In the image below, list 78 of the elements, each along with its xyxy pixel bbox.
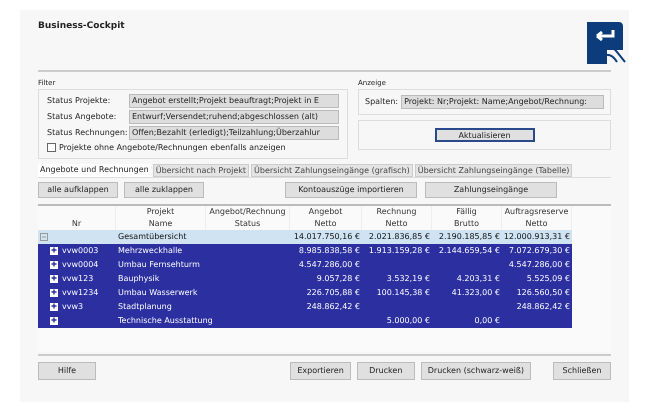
table-cell: 8.985.838,58 € <box>298 244 360 256</box>
table-cell: 7.072.679,30 € <box>508 244 570 256</box>
toolbar-button[interactable]: Kontoauszüge importieren <box>285 182 417 198</box>
expand-icon[interactable] <box>50 274 58 282</box>
toolbar-button[interactable]: Zahlungseingänge <box>425 182 557 198</box>
field-label: Status Rechnungen: <box>47 126 129 138</box>
table-cell: vvw123 <box>62 272 94 284</box>
table-row[interactable]: Gesamtübersicht 14.017.750,16 € 2.021.836,85 € 2.190.185,85 € 12.000.913,31 € <box>38 230 572 244</box>
toolbar-button[interactable]: alle aufklappen <box>38 182 118 198</box>
field-label: Status Angebote: <box>47 110 118 122</box>
column-header: Angebot/Rechnung <box>206 206 290 218</box>
table-cell: vvw1234 <box>62 286 98 298</box>
table-cell: 41.323,00 € <box>452 286 500 298</box>
expand-icon[interactable] <box>50 316 58 324</box>
table-cell: 2.190.185,85 € <box>438 230 500 242</box>
table-row[interactable]: Technische Ausstattung 5.000,00 € 0,00 € <box>38 314 572 328</box>
table-cell: vvw3 <box>62 300 84 312</box>
checkbox-label: Projekte ohne Angebote/Rechnungen ebenfalls anzeigen <box>59 142 286 154</box>
table-cell: 1.913.159,28 € <box>368 244 430 256</box>
expand-icon[interactable] <box>50 246 58 254</box>
table-row[interactable]: vvw123 Bauphysik 9.057,28 € 3.532,19 € 4.203,31 € 5.525,09 € <box>38 272 572 286</box>
tab[interactable]: Übersicht Zahlungseingänge (grafisch) <box>251 164 413 176</box>
table-cell: 226.705,88 € <box>306 286 360 298</box>
table-row[interactable]: vvw0003 Mehrzweckhalle 8.985.838,58 € 1.913.159,28 € 2.144.659,54 € 7.072.679,30 € <box>38 244 572 258</box>
column-header: Auftragsreserve <box>502 206 572 218</box>
table-cell: Umbau Fernsehturm <box>118 258 200 270</box>
status-dropdown[interactable]: Entwurf;Versendet;ruhend;abgeschlossen (alt) <box>129 110 339 124</box>
table-cell: 4.547.286,00 € <box>508 258 570 270</box>
column-header: Rechnung <box>362 206 432 218</box>
table-cell: 9.057,28 € <box>316 272 360 284</box>
refresh-button[interactable]: Aktualisieren <box>434 128 534 142</box>
table-cell: 126.560,50 € <box>516 286 570 298</box>
table-cell: 2.144.659,54 € <box>438 244 500 256</box>
column-header: Fällig <box>432 206 502 218</box>
table-cell: vvw0004 <box>62 258 98 270</box>
footer-button[interactable]: Schließen <box>553 362 611 380</box>
toolbar-button[interactable]: alle zuklappen <box>124 182 204 198</box>
table-cell: 4.547.286,00 € <box>298 258 360 270</box>
tab[interactable]: Übersicht nach Projekt <box>152 164 250 176</box>
table-cell: vvw0003 <box>62 244 98 256</box>
expand-icon[interactable] <box>50 302 58 310</box>
table-row[interactable]: vvw0004 Umbau Fernsehturm 4.547.286,00 € 4.547.286,00 € <box>38 258 572 272</box>
footer-button[interactable]: Hilfe <box>38 362 96 380</box>
footer-button[interactable]: Exportieren <box>290 362 351 380</box>
table-cell: Technische Ausstattung <box>118 314 213 326</box>
table-cell: 0,00 € <box>474 314 500 326</box>
table-cell: Mehrzweckhalle <box>118 244 182 256</box>
column-header: Projekt <box>116 206 206 218</box>
expand-icon[interactable] <box>50 260 58 268</box>
field-label: Spalten: <box>365 96 398 108</box>
table-cell: 5.000,00 € <box>386 314 430 326</box>
table-cell: 3.532,19 € <box>386 272 430 284</box>
table-cell: 14.017.750,16 € <box>294 230 360 242</box>
table-cell: 5.525,09 € <box>526 272 570 284</box>
table-cell: Bauphysik <box>118 272 160 284</box>
table-cell: Umbau Wasserwerk <box>118 286 198 298</box>
table-cell: 2.021.836,85 € <box>368 230 430 242</box>
table-row[interactable]: vvw3 Stadtplanung 248.862,42 € 248.862,42 € <box>38 300 572 314</box>
table-cell: Gesamtübersicht <box>118 230 186 242</box>
column-header: Angebot <box>290 206 362 218</box>
table-cell: 4.203,31 € <box>456 272 500 284</box>
expand-icon[interactable] <box>50 288 58 296</box>
table-row[interactable]: vvw1234 Umbau Wasserwerk 226.705,88 € 100.145,38 € 41.323,00 € 126.560,50 € <box>38 286 572 300</box>
checkbox[interactable] <box>47 143 56 152</box>
columns-dropdown[interactable]: Projekt: Nr;Projekt: Name;Angebot/Rechnung: <box>401 94 604 108</box>
footer-button[interactable]: Drucken <box>356 362 415 380</box>
tab[interactable]: Übersicht Zahlungseingänge (Tabelle) <box>414 164 572 176</box>
table-cell: 12.000.913,31 € <box>504 230 570 242</box>
footer-button[interactable]: Drucken (schwarz-weiß) <box>420 362 531 380</box>
table-cell: Stadtplanung <box>118 300 172 312</box>
window-title: Business-Cockpit <box>38 20 125 33</box>
table-cell: 100.145,38 € <box>376 286 430 298</box>
tab[interactable]: Angebote und Rechnungen <box>38 164 151 176</box>
field-label: Status Projekte: <box>47 94 112 106</box>
table-cell: 248.862,42 € <box>306 300 360 312</box>
table-cell: 248.862,42 € <box>516 300 570 312</box>
status-dropdown[interactable]: Angebot erstellt;Projekt beauftragt;Projekt in E <box>129 94 339 108</box>
status-dropdown[interactable]: Offen;Bezahlt (erledigt);Teilzahlung;Überzahlur <box>129 126 339 140</box>
